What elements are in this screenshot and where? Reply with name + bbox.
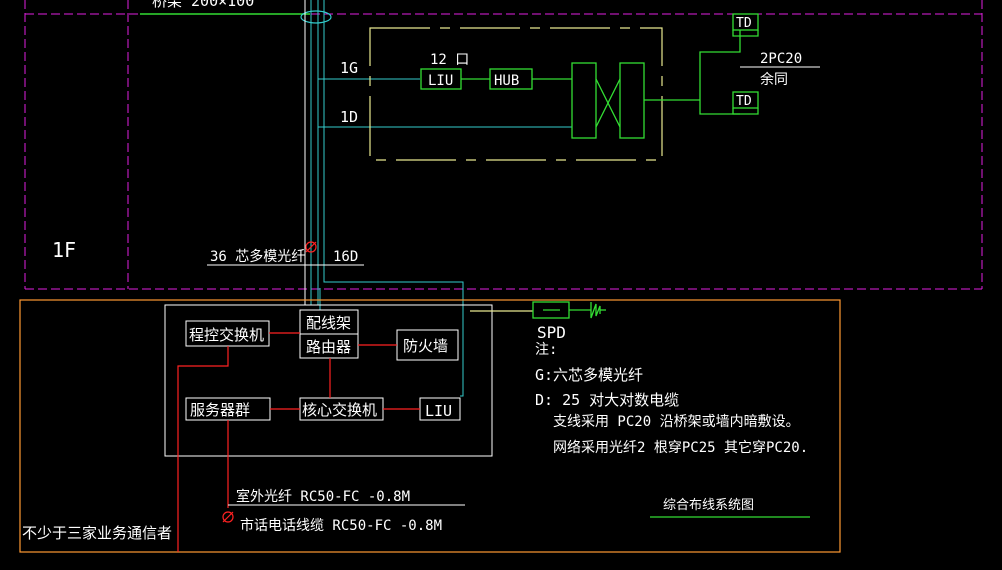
floor-boundary xyxy=(24,0,983,290)
outlet-td-2: TD xyxy=(736,94,752,109)
spd-ground-icon xyxy=(569,302,601,319)
servers-label: 服务器群 xyxy=(190,401,250,419)
incoming-fiber-label: 室外光纤 RC50-FC -0.8M xyxy=(236,488,410,505)
fiber-label: 36 芯多模光纤 xyxy=(210,248,305,265)
notes-line-4: 网络采用光纤2 根穿PC25 其它穿PC20. xyxy=(553,439,808,456)
frame-label: 配线架 xyxy=(306,314,351,332)
outlet-td-1: TD xyxy=(736,16,752,31)
hub-label: HUB xyxy=(494,73,519,89)
notes-line-3: 支线采用 PC20 沿桥架或墙内暗敷设。 xyxy=(553,414,800,430)
cross-connect xyxy=(571,62,700,139)
liu-label: LIU xyxy=(428,73,453,89)
liu2-label: LIU xyxy=(425,402,452,420)
carriers-label: 不少于三家业务通信者 xyxy=(22,524,172,542)
router-label: 路由器 xyxy=(306,338,351,356)
floor-label: 1F xyxy=(52,238,76,262)
drawing-title: 综合布线系统图 xyxy=(663,498,754,513)
conduit-label: 2PC20 xyxy=(760,51,802,67)
label-1d: 1D xyxy=(340,108,358,126)
label-1g: 1G xyxy=(340,59,358,77)
notes-line-2: D: 25 对大对数电缆 xyxy=(535,391,679,409)
ports-label: 12 口 xyxy=(430,52,469,68)
core-switch-label: 核心交换机 xyxy=(302,401,377,419)
wiring-diagram: 1F 桥架 200×100 1G 1D 12 口 LIU HUB TD TD 2… xyxy=(19,0,983,553)
firewall-label: 防火墙 xyxy=(403,337,448,355)
notes-title: 注: xyxy=(535,342,557,358)
label-16d: 16D xyxy=(333,249,358,265)
incoming-phone-label: 市话电话线缆 RC50-FC -0.8M xyxy=(240,517,442,534)
spd-label: SPD xyxy=(537,323,566,342)
pbx-label: 程控交换机 xyxy=(189,326,264,344)
notes-line-1: G:六芯多模光纤 xyxy=(535,366,643,384)
tray-label: 桥架 200×100 xyxy=(152,0,254,10)
floor-cabinet xyxy=(369,27,663,161)
same-label: 余同 xyxy=(760,71,788,88)
